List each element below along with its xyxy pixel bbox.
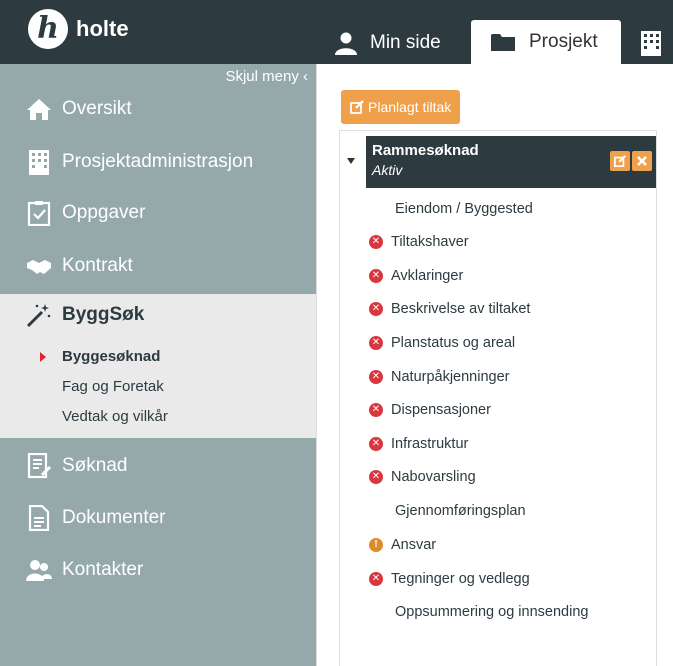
main-content: Planlagt tiltak Rammesøknad Aktiv Eiendo… bbox=[316, 64, 673, 666]
delete-button[interactable] bbox=[632, 151, 652, 171]
sidebar-item-kontrakt[interactable]: Kontrakt bbox=[0, 241, 316, 291]
error-icon: ✕ bbox=[369, 437, 383, 451]
chevron-left-icon: ‹ bbox=[303, 68, 308, 85]
step-tiltakshaver[interactable]: ✕ Tiltakshaver bbox=[369, 227, 469, 257]
error-icon: ✕ bbox=[369, 336, 383, 350]
step-label: Infrastruktur bbox=[391, 436, 469, 452]
step-tegninger-og-vedlegg[interactable]: ✕ Tegninger og vedlegg bbox=[369, 564, 530, 594]
close-icon bbox=[637, 156, 647, 166]
step-label: Nabovarsling bbox=[391, 469, 476, 485]
handshake-icon bbox=[27, 260, 51, 274]
sidebar-item-soknad[interactable]: Søknad bbox=[0, 441, 316, 491]
tab-building[interactable] bbox=[640, 22, 673, 64]
clipboard-icon bbox=[27, 201, 51, 226]
sidebar-item-kontakter[interactable]: Kontakter bbox=[0, 545, 316, 595]
sidebar-subitem-byggesoknad[interactable]: Byggesøknad bbox=[62, 348, 160, 365]
step-label: Eiendom / Byggested bbox=[395, 201, 533, 217]
step-naturpakjenninger[interactable]: ✕ Naturpåkjenninger bbox=[369, 362, 510, 392]
step-infrastruktur[interactable]: ✕ Infrastruktur bbox=[369, 429, 468, 459]
edit-icon bbox=[614, 155, 626, 167]
step-label: Naturpåkjenninger bbox=[391, 369, 510, 385]
sidebar-item-label: ByggSøk bbox=[62, 304, 145, 325]
step-nabovarsling[interactable]: ✕ Nabovarsling bbox=[369, 462, 476, 492]
step-planstatus[interactable]: ✕ Planstatus og areal bbox=[369, 328, 515, 358]
tab-label: Min side bbox=[370, 32, 441, 53]
sidebar-item-oversikt[interactable]: Oversikt bbox=[0, 84, 316, 134]
document-icon bbox=[28, 505, 50, 531]
step-gjennomforingsplan[interactable]: Gjennomføringsplan bbox=[395, 496, 526, 526]
edit-icon bbox=[350, 100, 364, 114]
step-beskrivelse[interactable]: ✕ Beskrivelse av tiltaket bbox=[369, 294, 530, 324]
edit-button[interactable] bbox=[610, 151, 630, 171]
application-header[interactable]: Rammesøknad Aktiv bbox=[366, 136, 656, 188]
warning-icon: ! bbox=[369, 538, 383, 552]
sidebar-item-label: Oppgaver bbox=[62, 202, 146, 223]
step-label: Oppsummering og innsending bbox=[395, 604, 589, 620]
error-icon: ✕ bbox=[369, 302, 383, 316]
logo-mark: h bbox=[28, 9, 68, 49]
step-ansvar[interactable]: ! Ansvar bbox=[369, 530, 436, 560]
tab-min-side[interactable]: Min side bbox=[334, 22, 441, 64]
sidebar-item-label: Søknad bbox=[62, 455, 128, 476]
sidebar-item-label: Dokumenter bbox=[62, 507, 166, 528]
hide-menu-label: Skjul meny bbox=[225, 68, 299, 85]
building-icon bbox=[29, 150, 49, 175]
sidebar-item-dokumenter[interactable]: Dokumenter bbox=[0, 493, 316, 543]
building-icon bbox=[641, 31, 661, 56]
logo-text: holte bbox=[76, 16, 129, 41]
step-eiendom-byggested[interactable]: Eiendom / Byggested bbox=[395, 194, 533, 224]
sidebar-section-byggsok: ByggSøk Byggesøknad Fag og Foretak Vedta… bbox=[0, 294, 316, 438]
step-avklaringer[interactable]: ✕ Avklaringer bbox=[369, 261, 463, 291]
sidebar-item-label: Kontrakt bbox=[62, 255, 133, 276]
step-label: Tegninger og vedlegg bbox=[391, 571, 530, 587]
magic-wand-icon bbox=[26, 304, 51, 328]
logo-letter: h bbox=[37, 11, 59, 46]
caret-down-icon[interactable] bbox=[347, 158, 355, 164]
hide-menu-link[interactable]: Skjul meny ‹ bbox=[225, 68, 308, 85]
step-dispensasjoner[interactable]: ✕ Dispensasjoner bbox=[369, 395, 491, 425]
form-icon bbox=[27, 453, 52, 479]
user-icon bbox=[335, 32, 357, 55]
button-label: Planlagt tiltak bbox=[368, 99, 452, 115]
step-label: Avklaringer bbox=[391, 268, 464, 284]
error-icon: ✕ bbox=[369, 370, 383, 384]
step-label: Beskrivelse av tiltaket bbox=[391, 301, 531, 317]
error-icon: ✕ bbox=[369, 403, 383, 417]
step-oppsummering[interactable]: Oppsummering og innsending bbox=[395, 597, 588, 627]
sidebar-item-prosjektadministrasjon[interactable]: Prosjektadministrasjon bbox=[0, 137, 316, 187]
step-label: Dispensasjoner bbox=[391, 402, 491, 418]
error-icon: ✕ bbox=[369, 235, 383, 249]
step-label: Gjennomføringsplan bbox=[395, 503, 526, 519]
sidebar-item-oppgaver[interactable]: Oppgaver bbox=[0, 188, 316, 238]
folder-icon bbox=[491, 34, 515, 51]
step-label: Tiltakshaver bbox=[391, 234, 469, 250]
step-label: Ansvar bbox=[391, 537, 437, 553]
users-icon bbox=[26, 560, 52, 581]
error-icon: ✕ bbox=[369, 269, 383, 283]
sidebar-subitem-fag-og-foretak[interactable]: Fag og Foretak bbox=[62, 378, 164, 395]
application-status: Aktiv bbox=[372, 162, 403, 178]
sidebar-item-label: Prosjektadministrasjon bbox=[62, 151, 254, 172]
sidebar-item-label: Oversikt bbox=[62, 98, 132, 119]
sidebar-subitem-vedtak-og-vilkar[interactable]: Vedtak og vilkår bbox=[62, 408, 168, 425]
error-icon: ✕ bbox=[369, 572, 383, 586]
active-caret-icon bbox=[40, 352, 46, 362]
error-icon: ✕ bbox=[369, 470, 383, 484]
step-label: Planstatus og areal bbox=[391, 335, 516, 351]
application-title: Rammesøknad bbox=[372, 142, 479, 159]
sidebar: Skjul meny ‹ Oversikt Prosjektadministra… bbox=[0, 64, 316, 666]
sidebar-item-byggsok[interactable]: ByggSøk bbox=[26, 302, 144, 328]
tab-label: Prosjekt bbox=[529, 31, 598, 52]
planlagt-tiltak-button[interactable]: Planlagt tiltak bbox=[341, 90, 461, 124]
sidebar-item-label: Kontakter bbox=[62, 559, 144, 580]
home-icon bbox=[27, 99, 51, 120]
tab-prosjekt[interactable]: Prosjekt bbox=[471, 20, 621, 64]
